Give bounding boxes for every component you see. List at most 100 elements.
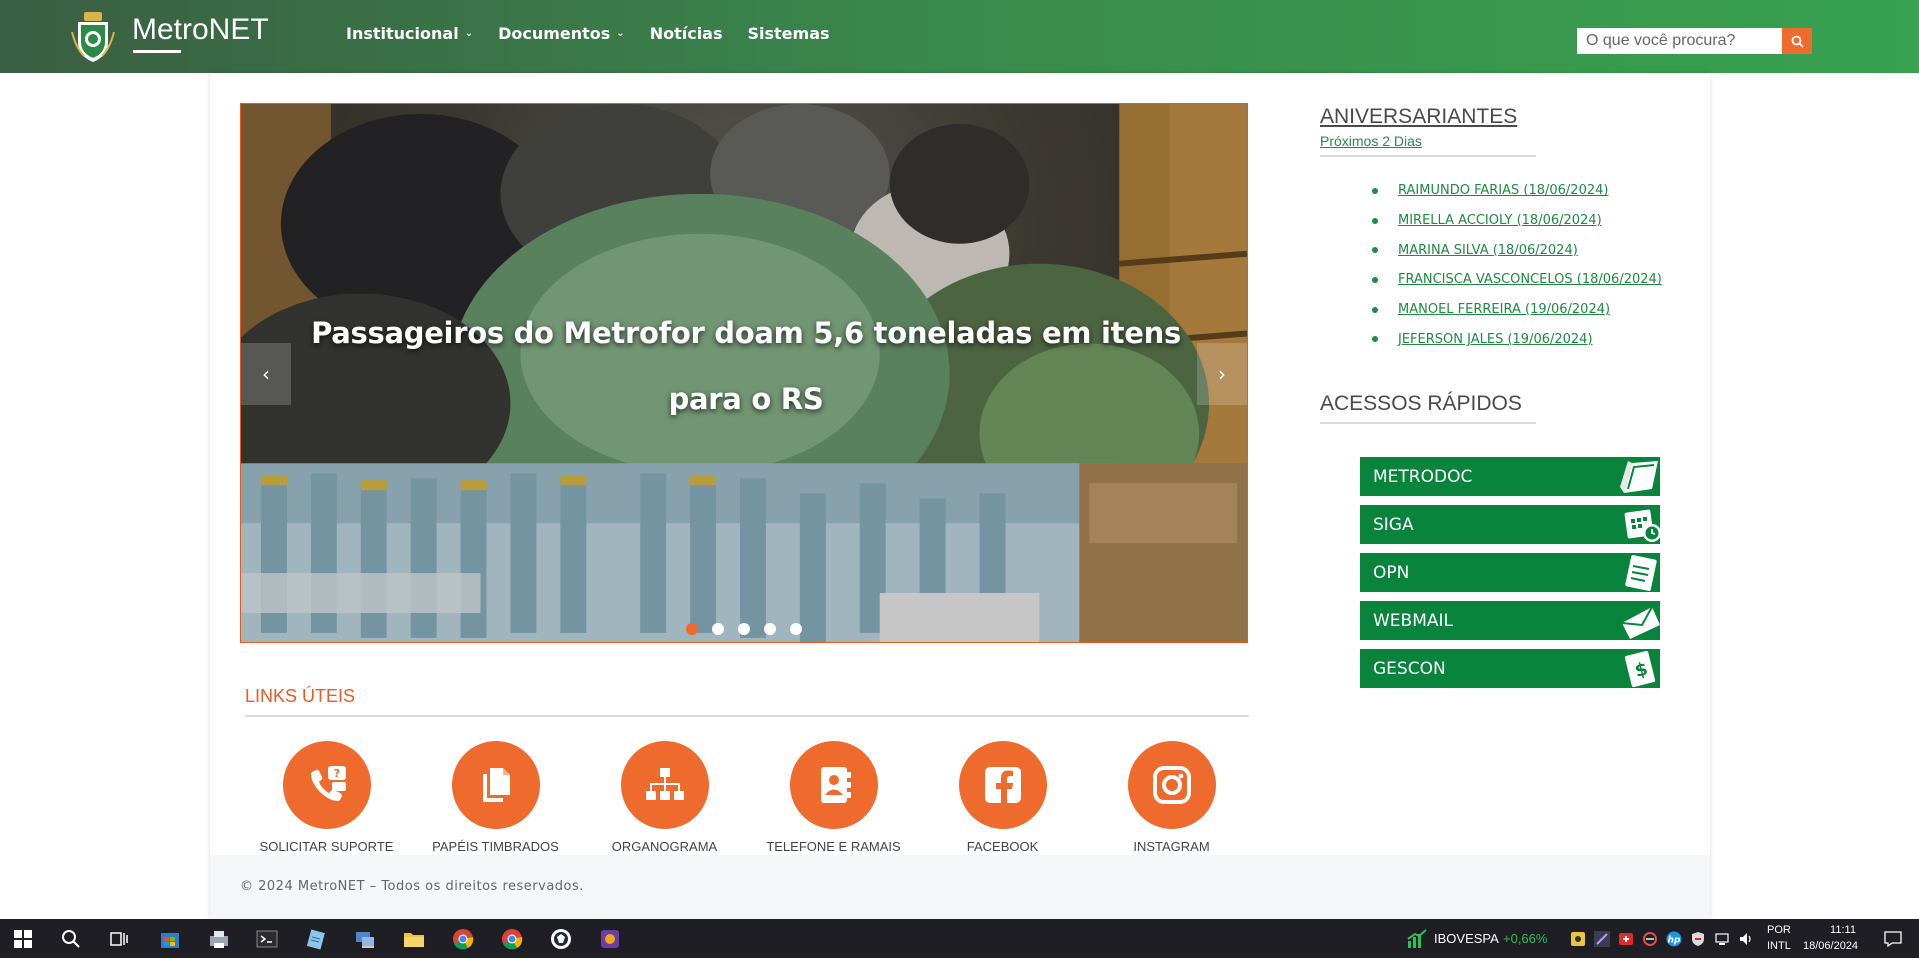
link-icon-circle — [789, 741, 878, 829]
search-input[interactable] — [1577, 28, 1782, 54]
acesso-gescon-button[interactable]: GESCON $ — [1360, 649, 1660, 688]
carousel-indicator[interactable] — [738, 623, 750, 635]
document-icon — [1625, 555, 1657, 591]
acesso-label: WEBMAIL — [1373, 610, 1453, 631]
state-crest-icon — [71, 12, 115, 62]
hp-icon[interactable]: hp — [1664, 926, 1684, 952]
list-item: MANOEL FERREIRA (19/06/2024) — [1370, 295, 1662, 325]
link-label: FACEBOOK — [966, 839, 1039, 854]
org-chart-icon — [645, 768, 684, 800]
chrome-icon[interactable] — [450, 926, 476, 952]
chrome-icon[interactable] — [499, 926, 525, 952]
task-view-icon[interactable] — [106, 926, 132, 952]
news-carousel[interactable]: Passageiros do Metrofor doam 5,6 tonelad… — [240, 103, 1248, 643]
stock-chart-icon[interactable] — [1404, 926, 1430, 952]
acesso-label: SIGA — [1373, 514, 1414, 535]
aniversariantes-subtitle[interactable]: Próximos 2 Dias — [1320, 133, 1422, 149]
vpn-app-icon[interactable] — [548, 926, 574, 952]
carousel-indicator[interactable] — [764, 623, 776, 635]
facebook-icon — [984, 767, 1021, 803]
network-icon[interactable] — [1712, 926, 1732, 952]
clock-date[interactable]: 18/06/2024 — [1803, 940, 1858, 952]
terminal-icon[interactable] — [254, 926, 280, 952]
brand-underline — [133, 50, 181, 53]
notification-center-icon[interactable] — [1880, 926, 1906, 952]
aniversariantes-title[interactable]: ANIVERSARIANTES — [1320, 105, 1517, 129]
acesso-opn-button[interactable]: OPN — [1360, 553, 1660, 592]
list-item: RAIMUNDO FARIAS (18/06/2024) — [1370, 176, 1662, 206]
link-icon-circle — [620, 741, 709, 829]
aniversariante-link[interactable]: MIRELLA ACCIOLY (18/06/2024) — [1398, 213, 1602, 228]
security-shield-icon[interactable] — [1688, 926, 1708, 952]
search-icon[interactable] — [58, 926, 84, 952]
windows-start-icon[interactable] — [10, 926, 36, 952]
store-icon[interactable] — [157, 926, 183, 952]
documents-icon — [482, 768, 510, 802]
carousel-indicator[interactable] — [790, 623, 802, 635]
chevron-left-icon: ‹ — [262, 362, 270, 386]
link-icon-circle — [451, 741, 540, 829]
chevron-down-icon: ⌄ — [616, 28, 625, 39]
keyboard-layout-indicator[interactable]: INTL — [1767, 940, 1791, 952]
acesso-metrodoc-button[interactable]: METRODOC — [1360, 457, 1660, 496]
clock-time[interactable]: 11:11 — [1816, 924, 1870, 936]
carousel-indicators — [241, 623, 1247, 635]
nav-institucional[interactable]: Institucional ⌄ — [346, 24, 473, 43]
language-indicator[interactable]: POR — [1767, 924, 1791, 936]
link-icon-circle: ? — [282, 741, 371, 829]
aniversariante-link[interactable]: MANOEL FERREIRA (19/06/2024) — [1398, 302, 1610, 317]
acesso-label: GESCON — [1373, 658, 1446, 679]
link-solicitar-suporte[interactable]: ? SOLICITAR SUPORTE — [242, 741, 411, 854]
bullet — [1372, 187, 1378, 194]
notepad-icon[interactable] — [303, 926, 329, 952]
printer-app-icon[interactable] — [206, 926, 232, 952]
link-label: PAPÉIS TIMBRADOS — [432, 839, 559, 854]
link-telefone-ramais[interactable]: TELEFONE E RAMAIS — [749, 741, 918, 854]
windows-taskbar: IBOVESPA +0,66% hp POR INTL 11:11 18/06/… — [0, 919, 1919, 958]
list-item: MARINA SILVA (18/06/2024) — [1370, 235, 1662, 265]
aniversariante-link[interactable]: JEFERSON JALES (19/06/2024) — [1398, 332, 1593, 347]
link-instagram[interactable]: INSTAGRAM — [1087, 741, 1256, 854]
aniversariante-link[interactable]: FRANCISCA VASCONCELOS (18/06/2024) — [1398, 272, 1662, 287]
acessos-rapidos-list: METRODOC SIGA OPN WEBMAIL GESCON $ — [1360, 457, 1660, 697]
aniversariante-link[interactable]: MARINA SILVA (18/06/2024) — [1398, 243, 1578, 258]
pen-icon[interactable] — [1592, 926, 1612, 952]
links-uteis-title: LINKS ÚTEIS — [245, 686, 356, 706]
link-label: INSTAGRAM — [1133, 839, 1210, 854]
link-papeis-timbrados[interactable]: PAPÉIS TIMBRADOS — [411, 741, 580, 854]
carousel-prev-button[interactable]: ‹ — [241, 343, 291, 405]
volume-icon[interactable] — [1736, 926, 1756, 952]
acessos-rapidos-divider — [1320, 422, 1536, 424]
aniversariante-link[interactable]: RAIMUNDO FARIAS (18/06/2024) — [1398, 183, 1608, 198]
carousel-caption[interactable]: Passageiros do Metrofor doam 5,6 tonelad… — [311, 300, 1181, 432]
envelope-icon — [1621, 606, 1660, 639]
search-icon — [1791, 35, 1804, 48]
book-icon — [1620, 461, 1658, 493]
calendar-clock-icon — [1624, 509, 1660, 542]
file-explorer-icon[interactable] — [401, 926, 427, 952]
carousel-indicator[interactable] — [712, 623, 724, 635]
acesso-webmail-button[interactable]: WEBMAIL — [1360, 601, 1660, 640]
ticker-value: +0,66% — [1503, 931, 1548, 946]
nav-noticias[interactable]: Notícias — [650, 24, 723, 43]
game-app-icon[interactable] — [597, 926, 623, 952]
top-navbar: MetroNET Institucional ⌄ Documentos ⌄ No… — [0, 0, 1919, 73]
carousel-indicator[interactable] — [686, 623, 698, 635]
tray-app-icon[interactable] — [1616, 926, 1636, 952]
nav-sistemas[interactable]: Sistemas — [748, 24, 830, 43]
link-icon-circle — [958, 741, 1047, 829]
tray-app-icon[interactable] — [1568, 926, 1588, 952]
search-button[interactable] — [1782, 28, 1812, 54]
nav-documentos[interactable]: Documentos ⌄ — [498, 24, 625, 43]
link-organograma[interactable]: ORGANOGRAMA — [580, 741, 749, 854]
nav-label: Sistemas — [747, 24, 830, 43]
ticker-name: IBOVESPA — [1434, 931, 1499, 946]
svg-text:?: ? — [333, 767, 339, 780]
carousel-next-button[interactable]: › — [1197, 343, 1247, 405]
acesso-siga-button[interactable]: SIGA — [1360, 505, 1660, 544]
link-facebook[interactable]: FACEBOOK — [918, 741, 1087, 854]
aniversariantes-divider — [1320, 155, 1536, 157]
remote-desktop-icon[interactable] — [352, 926, 378, 952]
tray-app-icon[interactable] — [1640, 926, 1660, 952]
brand[interactable]: MetroNET — [70, 6, 269, 66]
